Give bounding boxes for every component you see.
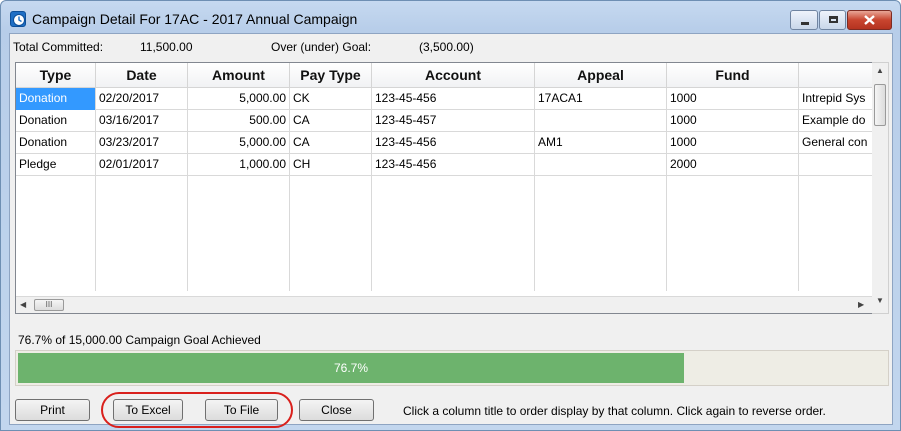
cell-fund: 2000	[670, 157, 697, 171]
table-header: Type Date Amount Pay Type Account Appeal…	[16, 63, 876, 88]
column-header-pay-type[interactable]: Pay Type	[290, 63, 372, 88]
scroll-up-icon[interactable]: ▲	[876, 66, 884, 75]
total-committed-label: Total Committed:	[13, 40, 104, 54]
cell-note: General con	[802, 135, 868, 149]
cell-account: 123-45-456	[375, 157, 437, 171]
cell-type: Pledge	[19, 157, 57, 171]
cell-amount: 5,000.00	[239, 91, 286, 105]
over-under-goal-label: Over (under) Goal:	[271, 40, 372, 54]
maximize-icon	[829, 16, 838, 23]
cell-note: Intrepid Sys	[802, 91, 866, 105]
horizontal-scrollbar[interactable]: ◀ III ▶	[16, 296, 872, 313]
cell-appeal	[535, 154, 666, 176]
maximize-button[interactable]	[819, 10, 846, 30]
minimize-button[interactable]	[790, 10, 818, 30]
close-icon	[864, 15, 875, 25]
minimize-icon	[801, 22, 809, 25]
cell-pay-type: CA	[293, 135, 310, 149]
column-header-amount[interactable]: Amount	[188, 63, 290, 88]
column-header-fund[interactable]: Fund	[667, 63, 799, 88]
cell-date: 02/01/2017	[99, 157, 160, 171]
app-clock-icon	[10, 11, 26, 27]
cell-pay-type: CA	[293, 113, 310, 127]
scroll-down-icon[interactable]: ▼	[876, 296, 884, 305]
column-header-type[interactable]: Type	[16, 63, 96, 88]
campaign-detail-window: Campaign Detail For 17AC - 2017 Annual C…	[0, 0, 901, 431]
column-header-appeal[interactable]: Appeal	[535, 63, 667, 88]
table-row[interactable]: Donation 03/16/2017 500.00 CA 123-45-457…	[16, 110, 876, 132]
cell-fund: 1000	[670, 91, 697, 105]
table-row[interactable]: Donation 03/23/2017 5,000.00 CA 123-45-4…	[16, 132, 876, 154]
total-committed-value: 11,500.00	[140, 40, 193, 54]
close-button[interactable]: Close	[299, 399, 374, 421]
cell-type: Donation	[19, 135, 68, 149]
campaign-detail-table[interactable]: Type Date Amount Pay Type Account Appeal…	[15, 62, 877, 314]
table-row[interactable]: Pledge 02/01/2017 1,000.00 CH 123-45-456…	[16, 154, 876, 176]
print-button[interactable]: Print	[15, 399, 90, 421]
title-bar[interactable]: Campaign Detail For 17AC - 2017 Annual C…	[1, 1, 900, 35]
vertical-scrollbar[interactable]: ▲ ▼	[872, 62, 889, 314]
scroll-right-icon[interactable]: ▶	[858, 300, 864, 309]
cell-appeal: 17ACA1	[538, 91, 583, 105]
cell-appeal	[535, 110, 666, 132]
table-row[interactable]: Donation 02/20/2017 5,000.00 CK 123-45-4…	[16, 88, 876, 110]
cell-appeal: AM1	[538, 135, 563, 149]
cell-date: 03/16/2017	[99, 113, 160, 127]
sort-hint-text: Click a column title to order display by…	[403, 404, 826, 418]
cell-pay-type: CH	[293, 157, 311, 171]
cell-account: 123-45-456	[375, 91, 437, 105]
cell-pay-type: CK	[293, 91, 310, 105]
window-title: Campaign Detail For 17AC - 2017 Annual C…	[32, 11, 358, 27]
close-window-button[interactable]	[847, 10, 892, 30]
cell-amount: 5,000.00	[239, 135, 286, 149]
horizontal-scroll-thumb[interactable]: III	[34, 299, 64, 311]
column-header-note[interactable]	[799, 63, 876, 88]
goal-achieved-text: 76.7% of 15,000.00 Campaign Goal Achieve…	[18, 333, 261, 347]
to-file-button[interactable]: To File	[205, 399, 278, 421]
cell-amount: 500.00	[249, 113, 286, 127]
scroll-left-icon[interactable]: ◀	[20, 300, 26, 309]
column-header-date[interactable]: Date	[96, 63, 188, 88]
cell-type: Donation	[16, 88, 95, 110]
cell-amount: 1,000.00	[239, 157, 286, 171]
cell-date: 03/23/2017	[99, 135, 160, 149]
column-header-account[interactable]: Account	[372, 63, 535, 88]
cell-fund: 1000	[670, 135, 697, 149]
vertical-scroll-thumb[interactable]	[874, 84, 886, 126]
client-area: Total Committed: 11,500.00 Over (under) …	[9, 33, 893, 428]
cell-note: Example do	[802, 113, 866, 127]
campaign-goal-progress-bar: 76.7%	[15, 350, 889, 386]
cell-account: 123-45-457	[375, 113, 437, 127]
progress-percent-label: 76.7%	[333, 361, 369, 375]
cell-type: Donation	[19, 113, 68, 127]
cell-account: 123-45-456	[375, 135, 437, 149]
cell-fund: 1000	[670, 113, 697, 127]
cell-note	[799, 154, 876, 176]
over-under-goal-value: (3,500.00)	[419, 40, 474, 54]
to-excel-button[interactable]: To Excel	[113, 399, 183, 421]
cell-date: 02/20/2017	[99, 91, 160, 105]
